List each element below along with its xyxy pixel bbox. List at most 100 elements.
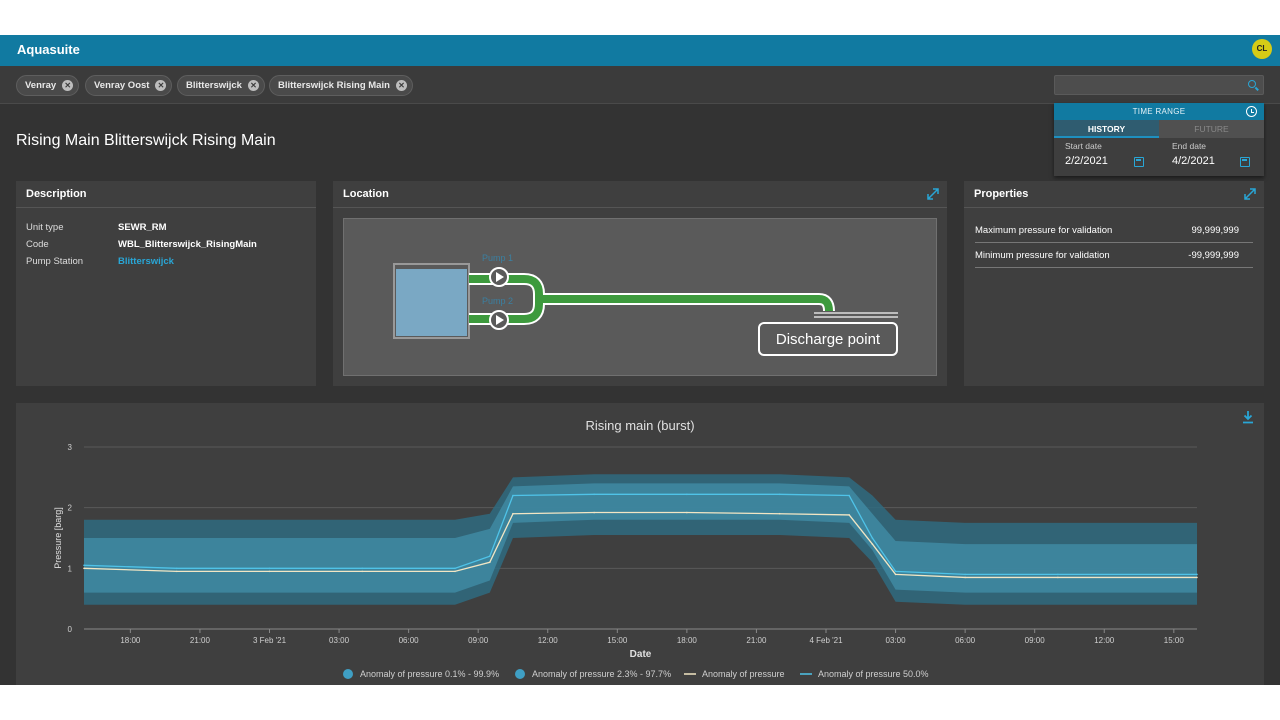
- data-point: [894, 573, 897, 576]
- data-point: [1057, 573, 1059, 576]
- time-range-header: TIME RANGE: [1054, 103, 1264, 120]
- data-point: [593, 511, 595, 514]
- x-tick-label: 15:00: [607, 636, 628, 645]
- app-bar: Aquasuite CL: [0, 35, 1280, 66]
- calendar-icon[interactable]: [1240, 157, 1250, 167]
- schematic-diagram: Pump 1 Pump 2 Discharge point: [393, 253, 898, 356]
- unit-type-value: SEWR_RM: [118, 222, 167, 233]
- page-title: Rising Main Blitterswijck Rising Main: [16, 132, 276, 149]
- data-point: [361, 567, 364, 570]
- description-title: Description: [26, 188, 87, 200]
- data-point: [83, 564, 85, 567]
- legend-label: Anomaly of pressure 2.3% - 97.7%: [532, 669, 671, 679]
- property-label: Minimum pressure for validation: [975, 250, 1110, 261]
- data-point: [454, 570, 456, 573]
- filter-chip-venray[interactable]: Venray ✕: [16, 75, 80, 96]
- data-point: [83, 567, 85, 570]
- legend-marker: [515, 669, 525, 679]
- data-point: [512, 494, 514, 497]
- filter-chip-rising-main[interactable]: Blitterswijck Rising Main ✕: [269, 75, 413, 96]
- location-title: Location: [343, 188, 389, 200]
- data-point: [964, 576, 966, 579]
- y-tick-label: 1: [68, 564, 73, 573]
- close-icon[interactable]: ✕: [395, 80, 407, 91]
- legend-marker: [343, 669, 353, 679]
- divider: [964, 207, 1264, 208]
- properties-title: Properties: [974, 188, 1029, 200]
- property-row: Maximum pressure for validation 99,999,9…: [975, 218, 1253, 243]
- data-point: [268, 567, 271, 570]
- x-tick-label: 21:00: [190, 636, 211, 645]
- x-tick-label: 09:00: [468, 636, 489, 645]
- tab-future[interactable]: FUTURE: [1159, 120, 1264, 138]
- close-icon[interactable]: ✕: [247, 80, 259, 91]
- pump-1-label: Pump 1: [482, 253, 513, 263]
- x-tick-label: 06:00: [955, 636, 976, 645]
- property-value: -99,999,999: [1188, 250, 1239, 261]
- pump-station-link[interactable]: Blitterswijck: [118, 256, 174, 267]
- start-date-field[interactable]: 2/2/2021: [1065, 155, 1108, 167]
- y-axis-label: Pressure [barg]: [53, 507, 63, 569]
- expand-icon[interactable]: [927, 188, 939, 200]
- data-point: [964, 573, 966, 576]
- data-point: [175, 570, 178, 573]
- filter-chip-label: Blitterswijck: [186, 80, 242, 91]
- description-card: Description Unit type SEWR_RM Code WBL_B…: [16, 181, 316, 386]
- data-point: [686, 511, 688, 514]
- properties-card: Properties Maximum pressure for validati…: [964, 181, 1264, 386]
- legend-label: Anomaly of pressure: [702, 669, 785, 679]
- chart-card: Rising main (burst) 0 1 2 3 18:00 21:00 3 Feb …: [16, 403, 1264, 685]
- code-label: Code: [26, 239, 49, 250]
- data-point: [871, 537, 874, 539]
- data-point: [175, 567, 178, 570]
- data-point: [871, 543, 874, 545]
- close-icon[interactable]: ✕: [155, 80, 167, 91]
- filter-chip-blitterswijck[interactable]: Blitterswijck ✕: [177, 75, 265, 96]
- end-date-field[interactable]: 4/2/2021: [1172, 155, 1215, 167]
- pump-station-label: Pump Station: [26, 256, 84, 267]
- user-avatar[interactable]: CL: [1252, 39, 1272, 59]
- code-value: WBL_Blitterswijck_RisingMain: [118, 239, 257, 250]
- data-point: [1196, 576, 1198, 579]
- filter-chip-venray-oost[interactable]: Venray Oost ✕: [85, 75, 173, 96]
- unit-type-label: Unit type: [26, 222, 64, 233]
- divider: [16, 207, 316, 208]
- app-title[interactable]: Aquasuite: [17, 42, 80, 57]
- pump-2-label: Pump 2: [482, 296, 513, 306]
- app-screen: Aquasuite CL Venray ✕ Venray Oost ✕ Blitte…: [0, 35, 1280, 685]
- search-icon[interactable]: [1248, 80, 1256, 88]
- data-point: [268, 570, 271, 573]
- data-point: [593, 493, 595, 496]
- x-tick-label: 18:00: [677, 636, 698, 645]
- pressure-chart[interactable]: 0 1 2 3 18:00 21:00 3 Feb '21 03:00 06:00 09:00 12…: [16, 403, 1264, 685]
- x-tick-label: 12:00: [1094, 636, 1115, 645]
- tab-history[interactable]: HISTORY: [1054, 120, 1159, 138]
- time-range-panel: TIME RANGE HISTORY FUTURE Start date 2/2…: [1054, 103, 1264, 176]
- data-point: [488, 555, 491, 557]
- data-point: [778, 493, 781, 496]
- expand-icon[interactable]: [1244, 188, 1256, 200]
- search-input[interactable]: [1054, 75, 1264, 95]
- time-range-title: TIME RANGE: [1132, 107, 1186, 116]
- y-tick-label: 3: [68, 443, 73, 452]
- end-date-label: End date: [1172, 141, 1207, 151]
- y-tick-label: 0: [68, 625, 73, 634]
- filter-chip-label: Venray Oost: [94, 80, 150, 91]
- y-tick-label: 2: [68, 504, 73, 513]
- data-point: [454, 567, 456, 570]
- x-tick-label: 3 Feb '21: [253, 636, 287, 645]
- x-tick-label: 18:00: [120, 636, 141, 645]
- well-water: [396, 269, 467, 336]
- data-point: [361, 570, 364, 573]
- x-tick-label: 15:00: [1164, 636, 1185, 645]
- calendar-icon[interactable]: [1134, 157, 1144, 167]
- legend-label: Anomaly of pressure 0.1% - 99.9%: [360, 669, 499, 679]
- clock-icon[interactable]: [1246, 106, 1257, 117]
- filter-chip-label: Blitterswijck Rising Main: [278, 80, 390, 91]
- data-point: [1057, 576, 1059, 579]
- location-schematic: Pump 1 Pump 2 Discharge point: [343, 218, 937, 376]
- start-date-label: Start date: [1065, 141, 1102, 151]
- close-icon[interactable]: ✕: [62, 80, 74, 91]
- property-row: Minimum pressure for validation -99,999,…: [975, 243, 1253, 268]
- data-point: [512, 512, 514, 515]
